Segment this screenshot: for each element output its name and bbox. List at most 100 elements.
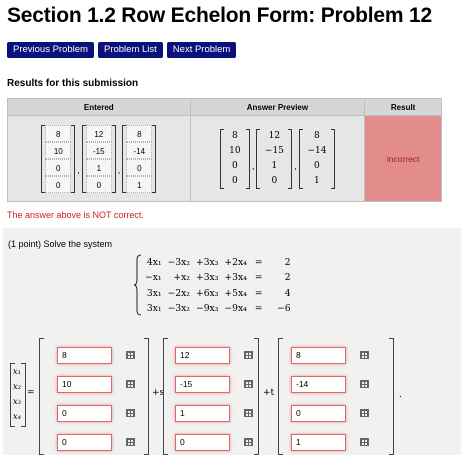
answer-input[interactable]: 12 [175,346,230,364]
period: . [399,390,402,400]
eq-rhs: 2 [284,272,291,284]
grid-icon[interactable] [126,409,135,417]
entered-value: 0 [126,158,153,176]
eq-term: −3x₂ [167,302,190,314]
entered-vector: 8 -14 0 1 [122,124,157,193]
entered-value: -15 [85,141,112,159]
answer-input[interactable]: 1 [175,404,230,422]
separator: , [294,160,297,171]
preview-value: 12 [268,130,281,141]
x-variable: x₂ [12,382,22,392]
entered-vector: 12 -15 1 0 [81,124,116,193]
eq-term: −2x₂ [167,287,190,299]
eq-rhs: 4 [284,287,291,299]
preview-value: 1 [271,160,278,171]
answer-input[interactable]: -14 [291,375,346,393]
entered-value: 0 [45,175,72,193]
eq-term: +x₂ [173,272,190,284]
answer-input[interactable]: 8 [291,346,346,364]
preview-value: 0 [232,175,238,186]
result-status: incorrect [364,115,442,202]
eq-equals: = [254,257,263,268]
left-brace-icon [133,254,142,316]
equation-system: 4x₁ −3x₂ +3x₃ +2x₄ = 2 −x₁ +x₂ +3x₃ +3x₄… [133,254,293,316]
preview-value: 8 [232,130,238,141]
entered-value: 0 [45,158,72,176]
x-variable: x₄ [12,412,22,422]
grid-icon[interactable] [126,438,135,446]
preview-value: 0 [271,175,278,186]
incorrect-message: The answer above is NOT correct. [7,210,144,220]
preview-value: −15 [264,145,284,156]
preview-cell: 8 10 0 0 , 12 −15 1 0 , 8 −14 0 1 [189,115,366,202]
preview-value: −14 [307,145,327,156]
results-table: Entered Answer Preview Result 8 10 0 0 ,… [7,98,442,202]
answer-input[interactable]: 0 [291,404,346,422]
eq-term: 3x₁ [146,287,162,299]
results-heading: Results for this submission [7,78,139,89]
eq-rhs: 2 [284,257,291,268]
plus-t-label: +t [263,388,275,398]
vector-bracket-left [39,338,44,455]
preview-value: 1 [314,175,320,186]
vector-bracket-right [254,338,259,455]
eq-term: −9x₄ [224,302,247,314]
answer-input[interactable]: 0 [175,433,230,451]
s-vector: 12 -15 1 0 [175,344,253,460]
grid-icon[interactable] [360,438,369,446]
problem-list-button[interactable]: Problem List [97,42,163,58]
entered-vector: 8 10 0 0 [41,124,76,193]
grid-icon[interactable] [244,351,253,359]
problem-statement: (1 point) Solve the system [8,239,113,249]
x-variable: x₁ [12,367,22,377]
separator: , [77,164,80,175]
entered-value: -14 [126,141,153,159]
preview-header: Answer Preview [189,98,366,116]
preview-value: 8 [314,130,320,141]
eq-term: 4x₁ [146,257,162,268]
problem-nav: Previous Problem Problem List Next Probl… [7,42,237,58]
answer-input[interactable]: -15 [175,375,230,393]
next-problem-button[interactable]: Next Problem [166,42,237,58]
grid-icon[interactable] [126,380,135,388]
eq-term: +3x₄ [224,272,247,284]
entered-header: Entered [7,98,191,116]
x-variable: x₃ [12,397,22,407]
vector-bracket-left [163,338,168,455]
eq-term: +3x₃ [196,257,219,268]
grid-icon[interactable] [244,409,253,417]
eq-rhs: −6 [277,302,291,314]
eq-equals: = [254,272,263,284]
equals-sign: = [27,388,35,398]
eq-term: −3x₂ [167,257,190,268]
answer-input[interactable]: 1 [291,433,346,451]
eq-term: +3x₃ [196,272,219,284]
grid-icon[interactable] [244,380,253,388]
vector-bracket-right [144,338,149,455]
eq-term: −9x₃ [196,302,219,314]
entered-value: 0 [85,175,112,193]
preview-value: 0 [314,160,320,171]
answer-input[interactable]: 8 [57,346,112,364]
entered-value: 10 [45,141,72,159]
eq-term: 3x₁ [146,302,162,314]
entered-value: 8 [126,124,153,142]
particular-vector: 8 10 0 0 [57,344,135,460]
entered-value: 12 [85,124,112,142]
grid-icon[interactable] [126,351,135,359]
entered-value: 1 [85,158,112,176]
grid-icon[interactable] [244,438,253,446]
answer-input[interactable]: 0 [57,404,112,422]
answer-input[interactable]: 0 [57,433,112,451]
grid-icon[interactable] [360,380,369,388]
previous-problem-button[interactable]: Previous Problem [7,42,94,58]
answer-input[interactable]: 10 [57,375,112,393]
page-title: Section 1.2 Row Echelon Form: Problem 12 [7,4,432,27]
preview-vector: 12 −15 1 0 [256,128,293,189]
entered-value: 1 [126,175,153,193]
entered-value: 8 [45,124,72,142]
grid-icon[interactable] [360,409,369,417]
result-header: Result [364,98,442,116]
grid-icon[interactable] [360,351,369,359]
vector-bracket-left [278,338,283,455]
